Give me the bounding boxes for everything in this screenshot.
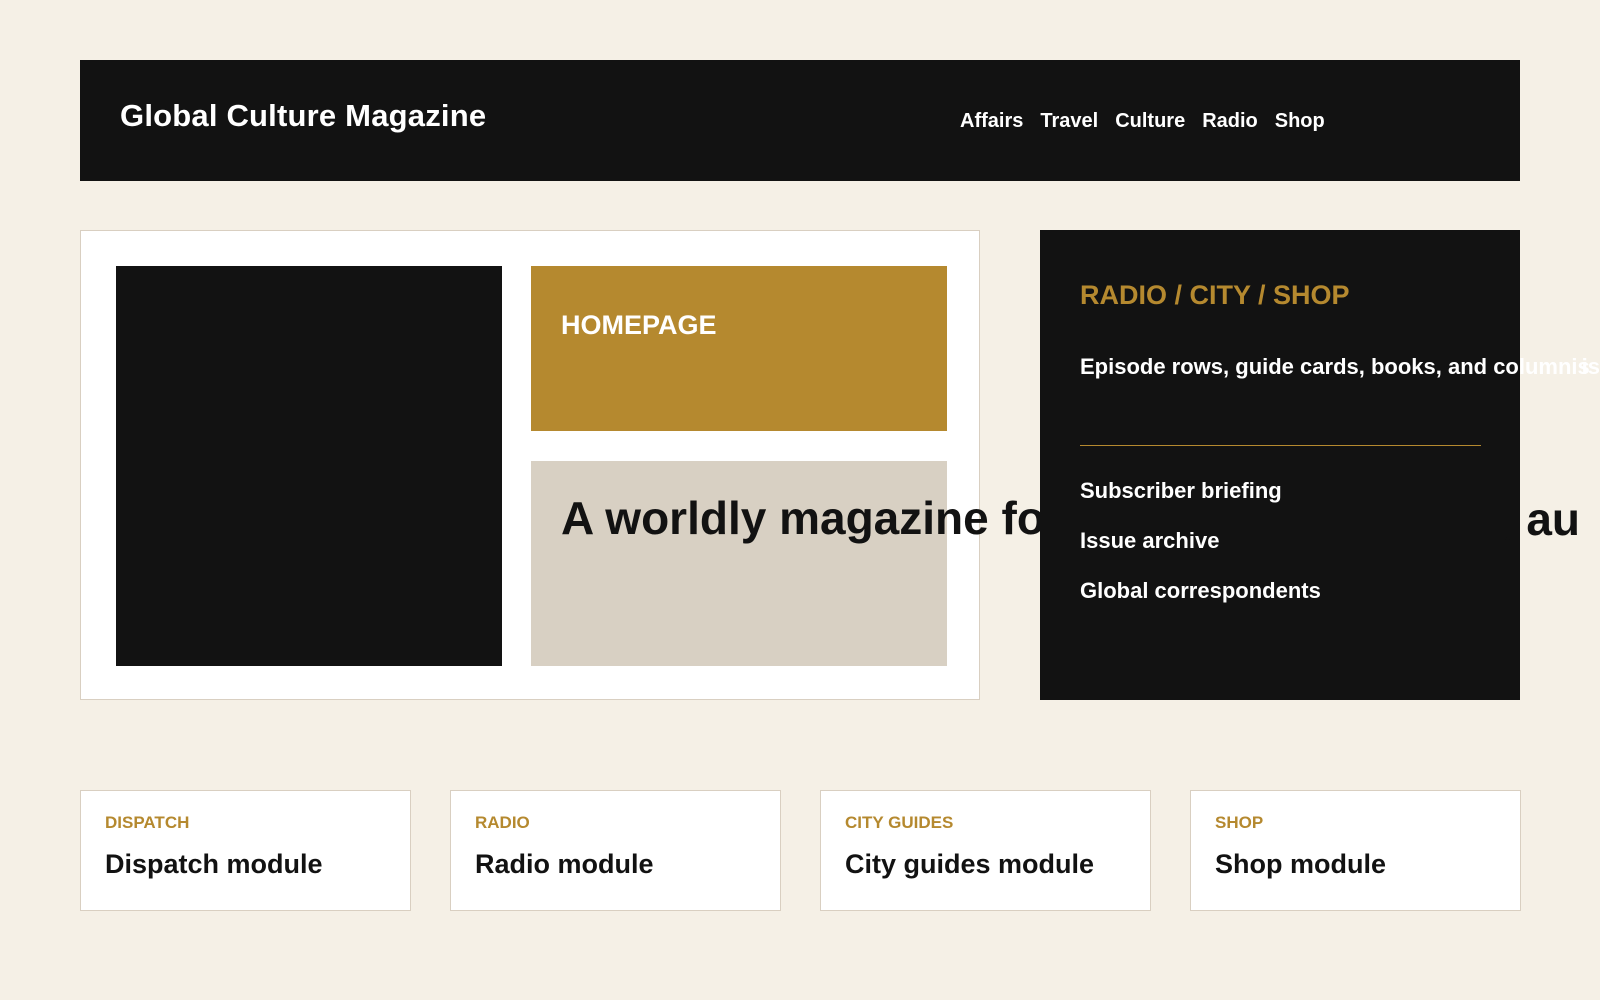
sidebar-link-subscriber-briefing[interactable]: Subscriber briefing <box>1080 480 1321 502</box>
sidebar-link-issue-archive[interactable]: Issue archive <box>1080 530 1321 552</box>
nav-item-travel[interactable]: Travel <box>1040 111 1098 131</box>
hero-image[interactable] <box>116 266 502 666</box>
module-card-city-guides[interactable]: CITY GUIDES City guides module <box>820 790 1151 911</box>
nav-item-affairs[interactable]: Affairs <box>960 111 1023 131</box>
sidebar-link-global-correspondents[interactable]: Global correspondents <box>1080 580 1321 602</box>
hero-panel: HOMEPAGE A worldly magazine fo <box>80 230 1045 700</box>
sidebar-description: Episode rows, guide cards, books, and co… <box>1080 354 1590 379</box>
module-card-dispatch[interactable]: DISPATCH Dispatch module <box>80 790 411 911</box>
module-cards: DISPATCH Dispatch module RADIO Radio mod… <box>80 790 1521 911</box>
card-kicker: SHOP <box>1215 813 1264 832</box>
hero-kicker: HOMEPAGE <box>561 310 717 340</box>
module-card-shop[interactable]: SHOP Shop module <box>1190 790 1521 911</box>
page: Global Culture Magazine Affairs Travel C… <box>0 0 1600 1000</box>
card-kicker: RADIO <box>475 813 530 832</box>
hero-text-box: A worldly magazine fo <box>531 461 1045 666</box>
module-card-radio[interactable]: RADIO Radio module <box>450 790 781 911</box>
site-header: Global Culture Magazine Affairs Travel C… <box>80 60 1520 181</box>
sidebar-title: RADIO / CITY / SHOP <box>1080 280 1350 310</box>
sidebar-links: Subscriber briefing Issue archive Global… <box>1080 480 1321 630</box>
sidebar-description-overflow: is <box>1581 356 1600 379</box>
card-title: Dispatch module <box>105 849 323 879</box>
card-kicker: DISPATCH <box>105 813 190 832</box>
card-title: City guides module <box>845 849 1095 879</box>
sidebar-divider <box>1080 445 1481 446</box>
sidebar-panel: RADIO / CITY / SHOP Episode rows, guide … <box>1040 230 1590 700</box>
hero-kicker-box: HOMEPAGE <box>531 266 947 431</box>
card-kicker: CITY GUIDES <box>845 813 954 832</box>
hero-headline[interactable]: A worldly magazine fo <box>561 494 1045 543</box>
site-brand[interactable]: Global Culture Magazine <box>120 100 486 131</box>
main-nav: Affairs Travel Culture Radio Shop <box>960 111 1325 131</box>
nav-item-culture[interactable]: Culture <box>1115 111 1185 131</box>
nav-item-radio[interactable]: Radio <box>1202 111 1258 131</box>
card-title: Radio module <box>475 849 654 879</box>
card-title: Shop module <box>1215 849 1386 879</box>
nav-item-shop[interactable]: Shop <box>1275 111 1325 131</box>
hero-headline-overflow: l, au <box>1488 493 1581 545</box>
